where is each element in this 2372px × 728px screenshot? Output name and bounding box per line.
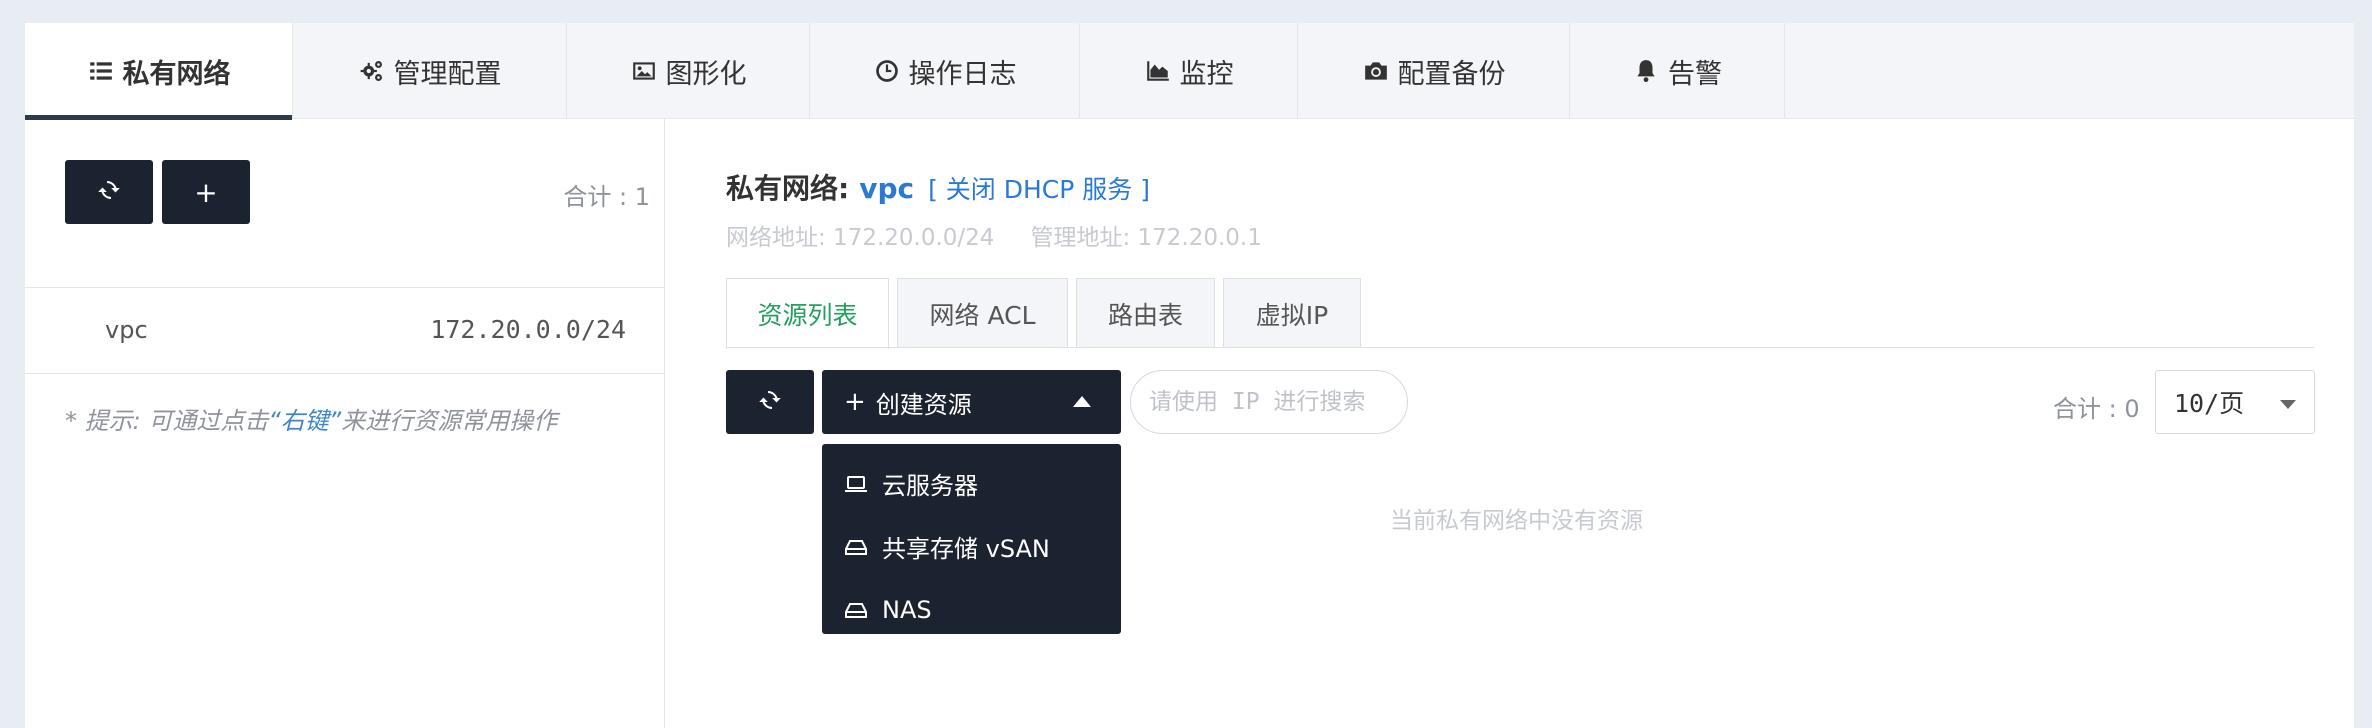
title-label: 私有网络:	[726, 172, 850, 205]
vpc-item-name: vpc	[105, 316, 148, 344]
empty-state-text: 当前私有网络中没有资源	[1390, 508, 1643, 534]
chevron-down-icon	[2280, 400, 2296, 409]
close-dhcp-link[interactable]: [ 关闭 DHCP 服务 ]	[928, 170, 1150, 206]
refresh-icon	[97, 178, 121, 206]
main-panel: 私有网络 管理配置 图形化 操作日志 监控 配置备份 告警 + 合计: 1 v…	[25, 23, 2354, 728]
tab-route-table[interactable]: 路由表	[1076, 278, 1215, 348]
tab-alerts[interactable]: 告警	[1570, 23, 1785, 119]
caret-up-icon	[1073, 396, 1091, 407]
top-nav: 私有网络 管理配置 图形化 操作日志 监控 配置备份 告警	[25, 23, 2354, 120]
tab-label: 管理配置	[393, 58, 502, 90]
refresh-vpc-button[interactable]	[65, 160, 153, 224]
menu-item-label: 云服务器	[882, 472, 978, 500]
vpc-list-item[interactable]: vpc 172.20.0.0/24	[25, 288, 664, 373]
add-vpc-button[interactable]: +	[162, 160, 250, 224]
tab-management-config[interactable]: 管理配置	[293, 23, 567, 119]
page-size-select[interactable]: 10/页	[2155, 370, 2315, 434]
vpc-name-title: vpc	[859, 172, 915, 205]
tab-monitoring[interactable]: 监控	[1080, 23, 1298, 119]
menu-item-label: 共享存储 vSAN	[882, 535, 1050, 563]
hint-key: “右键”	[268, 407, 342, 435]
list-icon	[87, 57, 115, 85]
clock-icon	[873, 57, 901, 85]
image-icon	[630, 57, 658, 85]
right-click-hint: * 提示: 可通过点击“右键”来进行资源常用操作	[65, 401, 557, 436]
tab-label: 配置备份	[1397, 58, 1506, 90]
page-size-value: 10/页	[2174, 389, 2245, 418]
menu-item-label: NAS	[882, 595, 932, 624]
menu-item-cloud-server[interactable]: 云服务器	[822, 452, 1121, 515]
tab-private-network[interactable]: 私有网络	[25, 23, 293, 120]
hdd-icon	[844, 600, 868, 620]
refresh-icon	[758, 388, 782, 416]
tab-network-acl[interactable]: 网络 ACL	[897, 278, 1068, 348]
vpc-list-panel: + 合计 : 1 vpc 172.20.0.0/24 * 提示: 可通过点击“右…	[25, 119, 665, 728]
tab-resource-list[interactable]: 资源列表	[726, 278, 889, 349]
area-chart-icon	[1144, 57, 1172, 85]
network-address: 网络地址: 172.20.0.0/24	[726, 225, 995, 251]
hdd-icon	[844, 537, 868, 557]
tab-label: 图形化	[665, 58, 747, 90]
create-resource-menu: 云服务器 共享存储 vSAN NAS	[822, 444, 1121, 634]
page-title: 私有网络: vpc [ 关闭 DHCP 服务 ]	[726, 167, 1150, 207]
tab-virtual-ip[interactable]: 虚拟IP	[1223, 278, 1361, 348]
tab-label: 私有网络	[122, 58, 231, 90]
menu-item-vsan[interactable]: 共享存储 vSAN	[822, 515, 1121, 578]
hint-suffix: 来进行资源常用操作	[341, 407, 558, 435]
refresh-resources-button[interactable]	[726, 370, 814, 434]
menu-item-nas[interactable]: NAS	[822, 578, 1121, 641]
divider	[25, 373, 664, 374]
tab-label: 监控	[1179, 58, 1234, 90]
tabs-underline	[726, 347, 2314, 348]
tab-graphical[interactable]: 图形化	[567, 23, 810, 119]
laptop-icon	[844, 474, 868, 494]
create-resource-button[interactable]: + 创建资源	[822, 370, 1121, 434]
camera-icon	[1362, 57, 1390, 85]
gears-icon	[358, 57, 386, 85]
create-resource-label: 创建资源	[875, 390, 972, 419]
resource-total-count: 合计 : 0	[2053, 395, 2140, 423]
vpc-item-cidr: 172.20.0.0/24	[430, 315, 626, 344]
plus-icon: +	[844, 387, 866, 417]
hint-prefix: * 提示: 可通过点击	[65, 407, 269, 435]
management-address: 管理地址: 172.20.0.1	[1030, 225, 1262, 251]
vpc-address-info: 网络地址: 172.20.0.0/24 管理地址: 172.20.0.1	[726, 218, 1262, 252]
bell-icon	[1632, 57, 1660, 85]
detail-tabs: 资源列表 网络 ACL 路由表 虚拟IP	[726, 278, 1369, 349]
ip-search-input[interactable]	[1130, 370, 1408, 434]
tab-label: 操作日志	[908, 58, 1017, 90]
tab-label: 告警	[1668, 58, 1722, 90]
tab-config-backup[interactable]: 配置备份	[1298, 23, 1570, 119]
vpc-total-count: 合计 : 1	[563, 183, 650, 211]
tab-operation-log[interactable]: 操作日志	[810, 23, 1080, 119]
